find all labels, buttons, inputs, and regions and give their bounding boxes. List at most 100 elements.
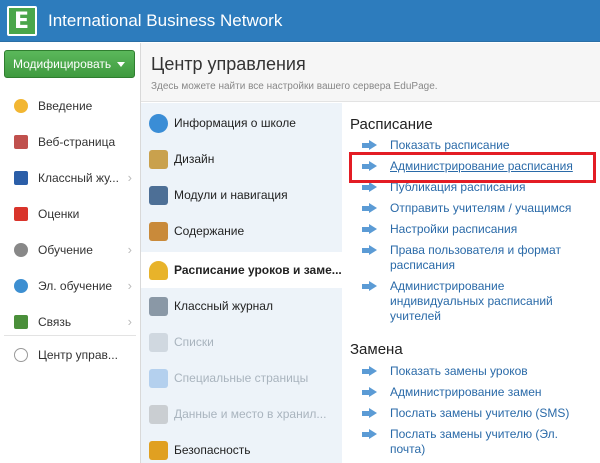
arrow-right-icon [362,408,377,418]
category-label: Данные и место в хранил... [174,407,327,421]
sidebar-item-label: Введение [38,99,93,113]
page-subtitle: Здесь можете найти все настройки вашего … [151,81,438,92]
category-label: Списки [174,335,214,349]
link-label: Показать расписание [390,138,510,152]
link-label: Послать замены учителю (Эл. почта) [390,427,558,456]
link-label: Послать замены учителю (SMS) [390,406,570,420]
chevron-right-icon: › [127,242,132,257]
category-special-pages[interactable]: Специальные страницы [141,360,342,396]
sidebar-item-control-center[interactable]: Центр управ... [0,337,140,373]
link-user-rights[interactable]: Права пользователя и формат расписания [362,243,592,273]
link-send-sms[interactable]: Послать замены учителю (SMS) [362,406,592,421]
star-icon [14,99,28,113]
sidebar-item-grades[interactable]: Оценки [0,196,140,232]
category-school-info[interactable]: Информация о школе [141,105,342,141]
sidebar-item-label: Классный жу... [38,171,119,185]
sidebar-item-label: Связь [38,315,72,329]
shield-icon [149,441,168,460]
sidebar-item-website[interactable]: Веб-страница [0,124,140,160]
modify-button-label: Модифицировать [13,57,112,71]
category-modules[interactable]: Модули и навигация [141,177,342,213]
link-substitution-admin[interactable]: Администрирование замен [362,385,592,400]
grades-icon [14,207,28,221]
sidebar-item-label: Обучение [38,243,93,257]
modules-icon [149,186,168,205]
top-bar: E International Business Network [0,0,600,42]
link-show-schedule[interactable]: Показать расписание [362,138,592,153]
link-label: Администрирование замен [390,385,542,399]
section-title-schedule: Расписание [350,116,433,133]
arrow-right-icon [362,224,377,234]
sidebar: Модифицировать Введение Веб-страница Кла… [0,43,141,463]
link-label: Права пользователя и формат расписания [390,243,561,272]
page-header: Центр управления Здесь можете найти все … [141,43,600,102]
sidebar-item-elearning[interactable]: Эл. обучение › [0,268,140,304]
arrow-right-icon [362,140,377,150]
category-label: Содержание [174,224,245,238]
link-individual-schedules[interactable]: Администрирование индивидуальных расписа… [362,279,592,324]
globe-info-icon [149,114,168,133]
house-icon [14,135,28,149]
app-title[interactable]: International Business Network [48,11,282,31]
arrow-right-icon [362,203,377,213]
section-title-substitution: Замена [350,341,403,358]
edupage-logo[interactable]: E [7,6,37,36]
page-title: Центр управления [151,54,306,74]
category-label: Дизайн [174,152,215,166]
journal-icon [14,171,28,185]
sidebar-item-label: Центр управ... [38,348,118,362]
link-send-to-teachers[interactable]: Отправить учителям / учащимся [362,201,592,216]
category-design[interactable]: Дизайн [141,141,342,177]
arrow-right-icon [362,429,377,439]
category-label: Специальные страницы [174,371,309,385]
category-class-journal[interactable]: Классный журнал [141,288,342,324]
sidebar-item-label: Эл. обучение [38,279,113,293]
sidebar-divider [4,335,136,336]
arrow-right-icon [362,182,377,192]
sidebar-item-learning[interactable]: Обучение › [0,232,140,268]
arrow-right-icon [362,366,377,376]
link-label: Показать замены уроков [390,364,528,378]
sidebar-item-label: Веб-страница [38,135,116,149]
category-lists[interactable]: Списки [141,324,342,360]
category-label: Информация о школе [174,116,296,130]
palette-icon [149,150,168,169]
category-label: Классный журнал [174,299,273,313]
bell-icon [149,261,168,280]
chevron-right-icon: › [127,170,132,185]
arrow-right-icon [362,281,377,291]
category-security[interactable]: Безопасность [141,432,342,463]
category-timetable[interactable]: Расписание уроков и заме... [141,252,343,288]
link-show-substitutions[interactable]: Показать замены уроков [362,364,592,379]
logo-letter: E [14,9,30,34]
link-schedule-settings[interactable]: Настройки расписания [362,222,592,237]
link-label: Отправить учителям / учащимся [390,201,572,215]
category-list: Информация о школе Дизайн Модули и навиг… [141,103,343,463]
gear-icon [14,243,28,257]
category-content[interactable]: Содержание [141,213,342,249]
link-label: Администрирование индивидуальных расписа… [390,279,553,323]
category-label: Расписание уроков и заме... [174,263,342,277]
modify-button[interactable]: Модифицировать [4,50,135,78]
list-icon [149,333,168,352]
storage-icon [149,405,168,424]
globe-icon [14,279,28,293]
sidebar-item-journal[interactable]: Классный жу... › [0,160,140,196]
highlight-box [349,152,596,183]
category-label: Модули и навигация [174,188,288,202]
arrow-right-icon [362,245,377,255]
caret-down-icon [117,62,125,67]
notebook-icon [149,297,168,316]
category-label: Безопасность [174,443,251,457]
control-center-icon [14,348,28,362]
link-send-email[interactable]: Послать замены учителю (Эл. почта) [362,427,592,457]
link-label: Настройки расписания [390,222,518,236]
envelope-icon [14,315,28,329]
arrow-right-icon [362,387,377,397]
category-storage[interactable]: Данные и место в хранил... [141,396,342,432]
cube-icon [149,369,168,388]
content-icon [149,222,168,241]
chevron-right-icon: › [127,278,132,293]
sidebar-item-intro[interactable]: Введение [0,88,140,124]
sidebar-item-label: Оценки [38,207,80,221]
